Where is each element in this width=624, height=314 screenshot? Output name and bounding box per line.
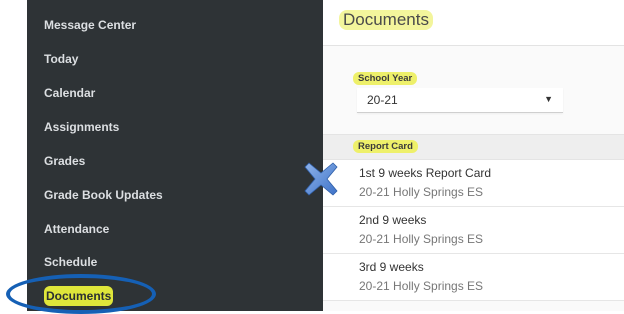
document-row[interactable]: 2nd 9 weeks 20-21 Holly Springs ES xyxy=(323,207,624,254)
main-panel: Documents School Year 20-21 ▼ Report Car… xyxy=(323,0,624,311)
x-mark-icon xyxy=(304,162,338,196)
document-row[interactable]: 1st 9 weeks Report Card 20-21 Holly Spri… xyxy=(323,160,624,207)
sidebar-item-message-center[interactable]: Message Center xyxy=(44,15,136,35)
document-title: 1st 9 weeks Report Card xyxy=(359,166,492,180)
documents-highlight-circle xyxy=(6,274,156,314)
report-card-header: Report Card xyxy=(323,134,624,160)
sidebar-item-grade-book-updates[interactable]: Grade Book Updates xyxy=(44,185,163,205)
document-title: 3rd 9 weeks xyxy=(359,260,424,274)
sidebar-item-today[interactable]: Today xyxy=(44,49,78,69)
document-subtitle: 20-21 Holly Springs ES xyxy=(359,279,484,293)
school-year-label: School Year xyxy=(353,72,418,85)
page-title: Documents xyxy=(339,10,433,30)
document-row[interactable]: 3rd 9 weeks 20-21 Holly Springs ES xyxy=(323,254,624,301)
left-margin xyxy=(0,0,27,311)
document-subtitle: 20-21 Holly Springs ES xyxy=(359,232,484,246)
document-title: 2nd 9 weeks xyxy=(359,213,427,227)
document-subtitle: 20-21 Holly Springs ES xyxy=(359,185,484,199)
report-card-label: Report Card xyxy=(353,140,418,153)
documents-content: School Year 20-21 ▼ Report Card 1st 9 we… xyxy=(323,46,624,311)
school-year-select[interactable]: 20-21 ▼ xyxy=(357,88,563,113)
sidebar-item-assignments[interactable]: Assignments xyxy=(44,117,119,137)
screenshot-frame: Message Center Today Calendar Assignment… xyxy=(0,0,624,314)
sidebar-nav: Message Center Today Calendar Assignment… xyxy=(27,0,323,311)
dropdown-arrow-icon: ▼ xyxy=(544,94,553,104)
school-year-value: 20-21 xyxy=(367,93,398,107)
sidebar-item-grades[interactable]: Grades xyxy=(44,151,85,171)
sidebar-item-schedule[interactable]: Schedule xyxy=(44,252,97,272)
page-header: Documents xyxy=(323,0,624,46)
sidebar-item-calendar[interactable]: Calendar xyxy=(44,83,95,103)
sidebar-item-attendance[interactable]: Attendance xyxy=(44,219,109,239)
